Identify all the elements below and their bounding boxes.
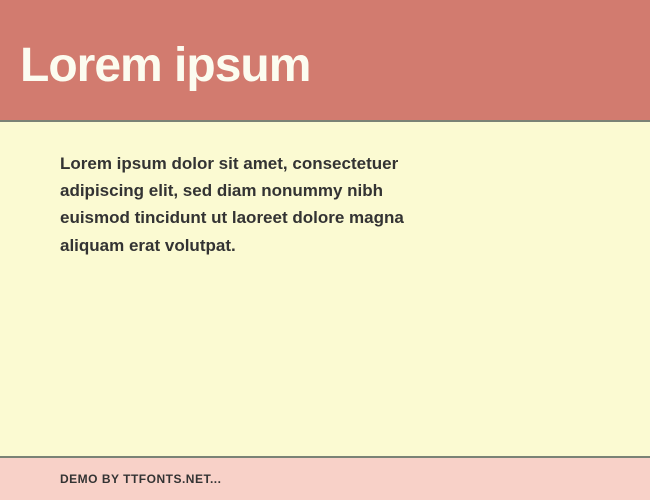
- page-title: Lorem ipsum: [20, 38, 310, 93]
- footer-text: DEMO BY TTFONTS.NET...: [60, 472, 221, 486]
- content-section: Lorem ipsum dolor sit amet, consectetuer…: [0, 120, 650, 458]
- body-text: Lorem ipsum dolor sit amet, consectetuer…: [60, 150, 440, 259]
- header-section: Lorem ipsum: [0, 0, 650, 120]
- footer-section: DEMO BY TTFONTS.NET...: [0, 458, 650, 500]
